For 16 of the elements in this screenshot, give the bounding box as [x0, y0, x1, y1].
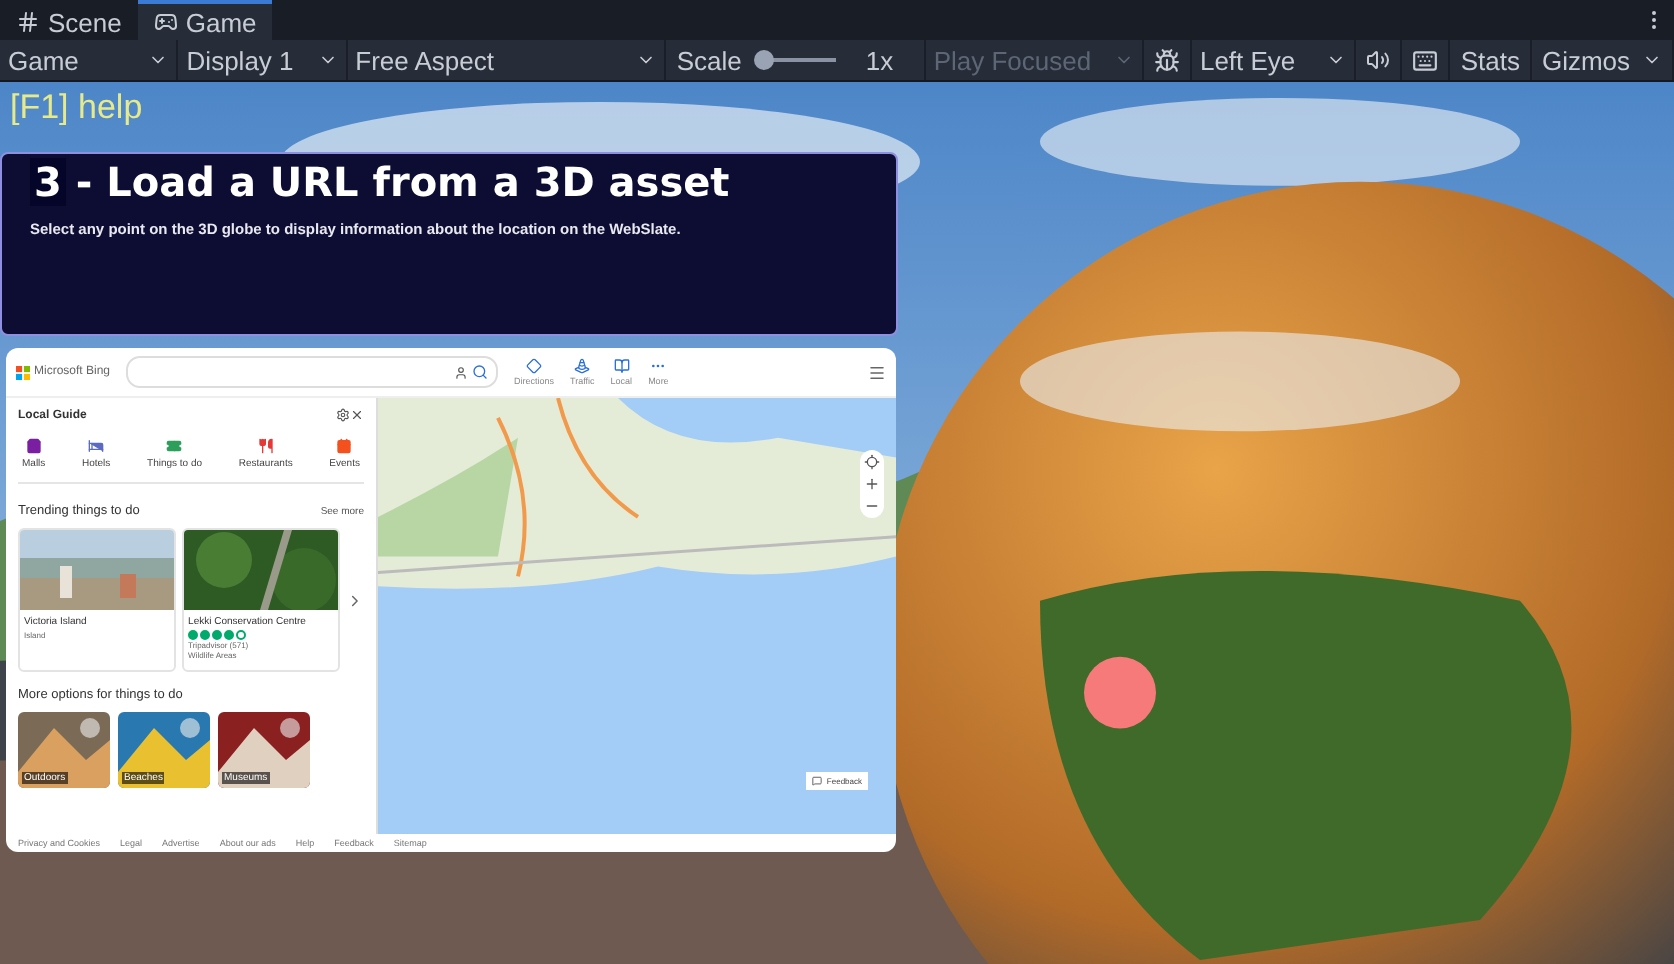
- display-dropdown[interactable]: Display 1: [178, 40, 348, 80]
- eye-dropdown[interactable]: Left Eye: [1191, 40, 1357, 80]
- view-dropdown[interactable]: Game: [0, 40, 179, 80]
- grid-icon: [16, 10, 40, 34]
- slider-thumb[interactable]: [753, 50, 774, 70]
- view-tab[interactable]: Game: [137, 0, 273, 40]
- stats-button[interactable]: Stats: [1450, 40, 1532, 80]
- speaker-icon[interactable]: [1366, 48, 1391, 72]
- keyboard-icon[interactable]: [1412, 47, 1439, 73]
- scale-reading: 1x: [865, 45, 896, 75]
- aspect-dropdown[interactable]: Free Aspect: [347, 40, 667, 80]
- bug-icon[interactable]: [1153, 47, 1180, 73]
- scale-label: Scale: [676, 45, 742, 75]
- gizmos-button[interactable]: Gizmos: [1531, 40, 1674, 80]
- view-tab[interactable]: Scene: [0, 0, 138, 40]
- gamepad-icon: [153, 10, 178, 34]
